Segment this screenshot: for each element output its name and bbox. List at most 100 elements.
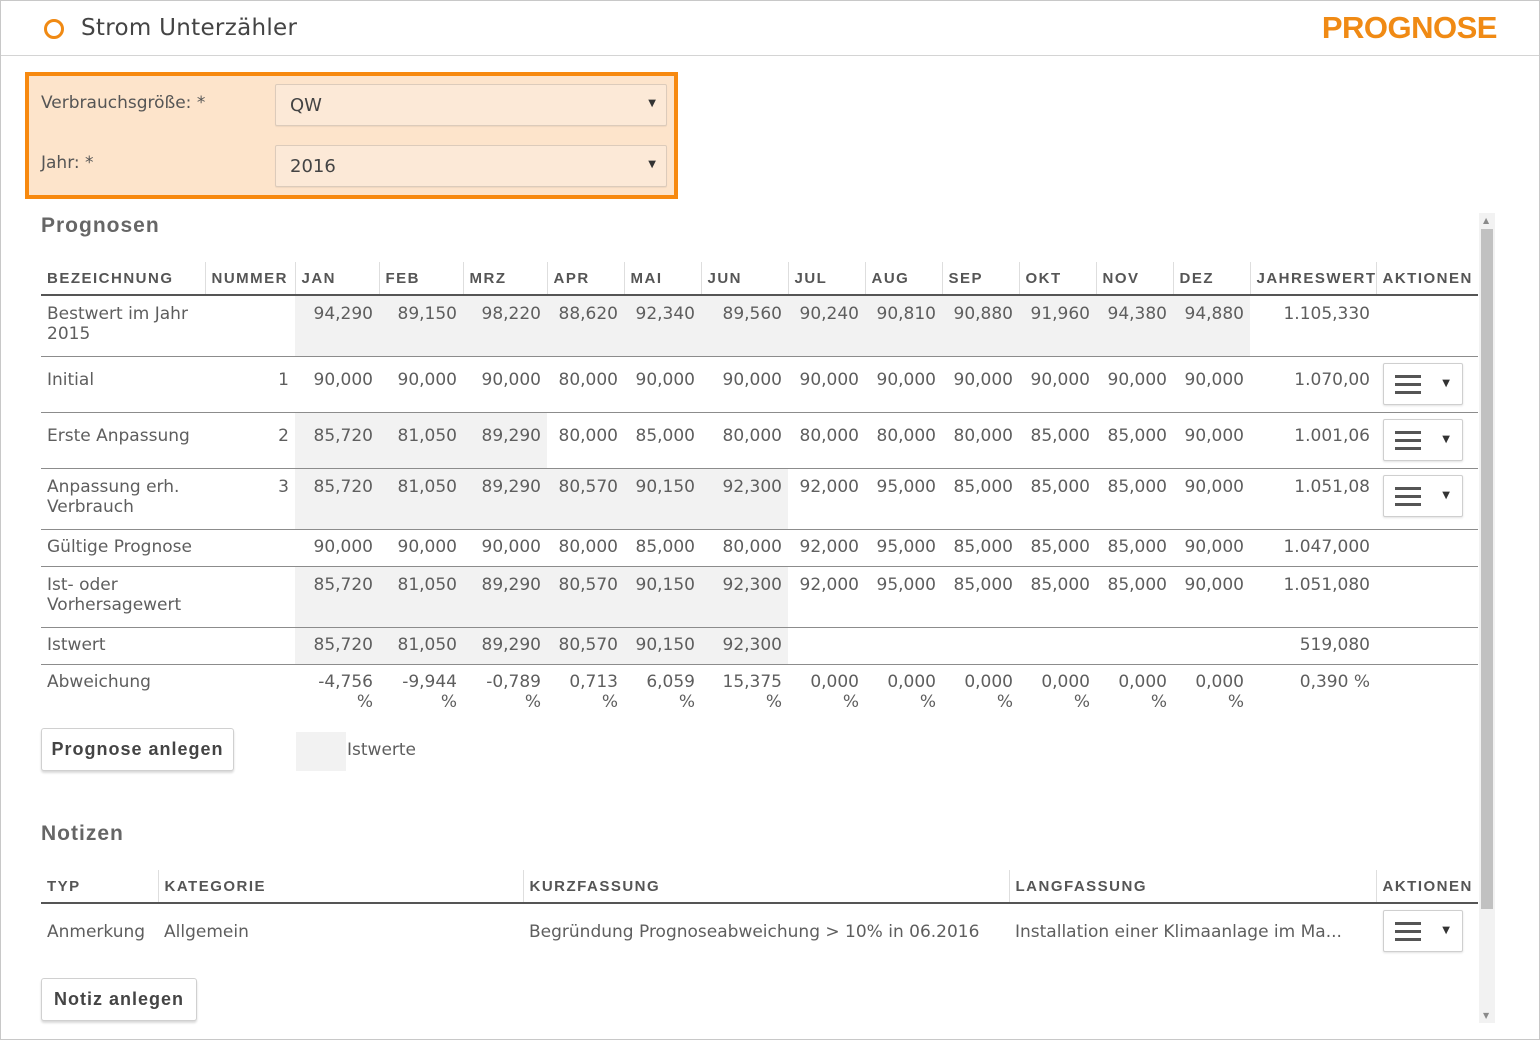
row-label: Initial bbox=[41, 356, 205, 413]
month-cell: 0,000 % bbox=[887, 671, 936, 712]
jahr-select[interactable]: 2016 ▼ bbox=[275, 145, 667, 187]
month-cell: 90,000 bbox=[1019, 356, 1096, 413]
month-cell: 89,290 bbox=[463, 412, 547, 469]
month-cell: 81,050 bbox=[379, 627, 463, 665]
scroll-down-icon[interactable]: ▼ bbox=[1483, 1011, 1489, 1020]
month-cell: 85,000 bbox=[1019, 468, 1096, 530]
month-cell: -4,756 % bbox=[318, 671, 373, 712]
month-cell: 92,000 bbox=[788, 468, 865, 530]
column-header: AUG bbox=[864, 262, 942, 296]
month-cell bbox=[1096, 627, 1173, 665]
month-cell: 0,000 % bbox=[1118, 671, 1167, 712]
month-cell: 90,240 bbox=[788, 295, 865, 357]
row-number bbox=[205, 566, 295, 628]
month-cell: 95,000 bbox=[865, 468, 942, 530]
jahreswert-cell: 1.051,080 bbox=[1250, 566, 1376, 628]
month-cell: 81,050 bbox=[379, 412, 463, 469]
month-cell: 85,000 bbox=[624, 529, 701, 567]
month-cell: 85,000 bbox=[942, 566, 1019, 628]
page-title: Strom Unterzähler bbox=[81, 15, 298, 41]
note-kategorie-cell: Allgemein bbox=[164, 921, 249, 942]
column-header: APR bbox=[546, 262, 624, 296]
caret-down-icon: ▼ bbox=[648, 159, 656, 170]
row-label: Anpassung erh. Verbrauch bbox=[41, 468, 205, 530]
month-cell: 90,000 bbox=[463, 529, 547, 567]
scrollbar-thumb[interactable] bbox=[1481, 229, 1493, 909]
actions-menu-button[interactable]: ▼ bbox=[1383, 362, 1463, 405]
row-label: Istwert bbox=[41, 627, 205, 665]
actions-menu-button[interactable]: ▼ bbox=[1383, 910, 1463, 952]
month-cell: 91,960 bbox=[1019, 295, 1096, 357]
column-header: FEB bbox=[378, 262, 463, 296]
jahreswert-cell: 519,080 bbox=[1250, 627, 1376, 665]
caret-down-icon: ▼ bbox=[1442, 433, 1450, 445]
caret-down-icon: ▼ bbox=[1442, 489, 1450, 501]
jahreswert-cell: 1.047,000 bbox=[1250, 529, 1376, 567]
actions-menu-button[interactable]: ▼ bbox=[1383, 474, 1463, 517]
note-typ-cell: Anmerkung bbox=[47, 921, 146, 942]
month-cell: 80,000 bbox=[547, 529, 624, 567]
notizen-title: Notizen bbox=[41, 822, 124, 845]
column-header: MAI bbox=[623, 262, 701, 296]
column-header: LANGFASSUNG bbox=[1008, 870, 1376, 904]
month-cell: 89,560 bbox=[701, 295, 788, 357]
table-row: Ist- oder Vorhersagewert 85,720 81,050 89,2… bbox=[41, 566, 1478, 628]
verbrauch-label: Verbrauchsgröße: * bbox=[41, 93, 206, 113]
jahr-label: Jahr: * bbox=[41, 153, 94, 173]
month-cell: 80,570 bbox=[547, 468, 624, 530]
note-lang-cell: Installation einer Klimaanlage im Ma... bbox=[1015, 921, 1342, 942]
month-cell: 94,880 bbox=[1173, 295, 1250, 357]
scroll-up-icon[interactable]: ▲ bbox=[1483, 216, 1489, 225]
table-row: Bestwert im Jahr 2015 94,290 89,150 98,220 8… bbox=[41, 295, 1478, 357]
month-cell: 90,880 bbox=[942, 295, 1019, 357]
month-cell bbox=[1173, 627, 1250, 665]
month-cell: 90,810 bbox=[865, 295, 942, 357]
actions-cell: ▼ bbox=[1376, 356, 1478, 413]
verbrauch-select[interactable]: QW ▼ bbox=[275, 84, 667, 126]
actions-cell bbox=[1376, 664, 1478, 712]
month-cell: 92,000 bbox=[788, 566, 865, 628]
month-cell: 92,300 bbox=[701, 468, 788, 530]
column-header: KURZFASSUNG bbox=[522, 870, 1009, 904]
month-cell: 85,000 bbox=[1019, 529, 1096, 567]
row-number: 2 bbox=[205, 412, 295, 469]
month-cell: 90,000 bbox=[295, 356, 379, 413]
scrollbar[interactable]: ▲ ▼ bbox=[1479, 213, 1495, 1023]
month-cell: 0,000 % bbox=[964, 671, 1013, 712]
actions-cell: ▼ bbox=[1376, 468, 1478, 530]
month-cell: 90,000 bbox=[624, 356, 701, 413]
actions-menu-button[interactable]: ▼ bbox=[1383, 418, 1463, 461]
table-header-row: BEZEICHNUNG NUMMER JAN FEB MRZ APR MAI JUN JUL AU… bbox=[41, 262, 1478, 296]
month-cell: 90,000 bbox=[1173, 529, 1250, 567]
month-cell: 90,000 bbox=[1173, 356, 1250, 413]
month-cell: 85,000 bbox=[624, 412, 701, 469]
month-cell: 90,000 bbox=[865, 356, 942, 413]
month-cell: 90,000 bbox=[1173, 566, 1250, 628]
prognose-anlegen-button[interactable]: Prognose anlegen bbox=[41, 728, 234, 771]
month-cell: 90,000 bbox=[379, 529, 463, 567]
row-number bbox=[205, 529, 295, 567]
month-cell: 98,220 bbox=[463, 295, 547, 357]
row-number: 1 bbox=[205, 356, 295, 413]
jahreswert-cell: 0,390 % bbox=[1299, 671, 1370, 692]
month-cell: -0,789 % bbox=[486, 671, 541, 712]
column-header: JUL bbox=[787, 262, 865, 296]
actions-cell bbox=[1376, 295, 1478, 357]
month-cell: 6,059 % bbox=[646, 671, 695, 712]
month-cell: 15,375 % bbox=[722, 671, 782, 712]
month-cell: 89,290 bbox=[463, 566, 547, 628]
month-cell: 85,000 bbox=[1096, 412, 1173, 469]
month-cell: 92,300 bbox=[701, 627, 788, 665]
month-cell: 0,000 % bbox=[810, 671, 859, 712]
column-header: AKTIONEN bbox=[1375, 262, 1478, 296]
column-header: DEZ bbox=[1172, 262, 1250, 296]
notiz-anlegen-button[interactable]: Notiz anlegen bbox=[41, 978, 197, 1021]
month-cell: -9,944 % bbox=[402, 671, 457, 712]
month-cell: 90,150 bbox=[624, 468, 701, 530]
month-cell: 88,620 bbox=[547, 295, 624, 357]
caret-down-icon: ▼ bbox=[1442, 377, 1450, 389]
month-cell: 80,000 bbox=[942, 412, 1019, 469]
actions-cell: ▼ bbox=[1376, 903, 1478, 959]
column-header: KATEGORIE bbox=[157, 870, 523, 904]
month-cell: 85,000 bbox=[1019, 566, 1096, 628]
